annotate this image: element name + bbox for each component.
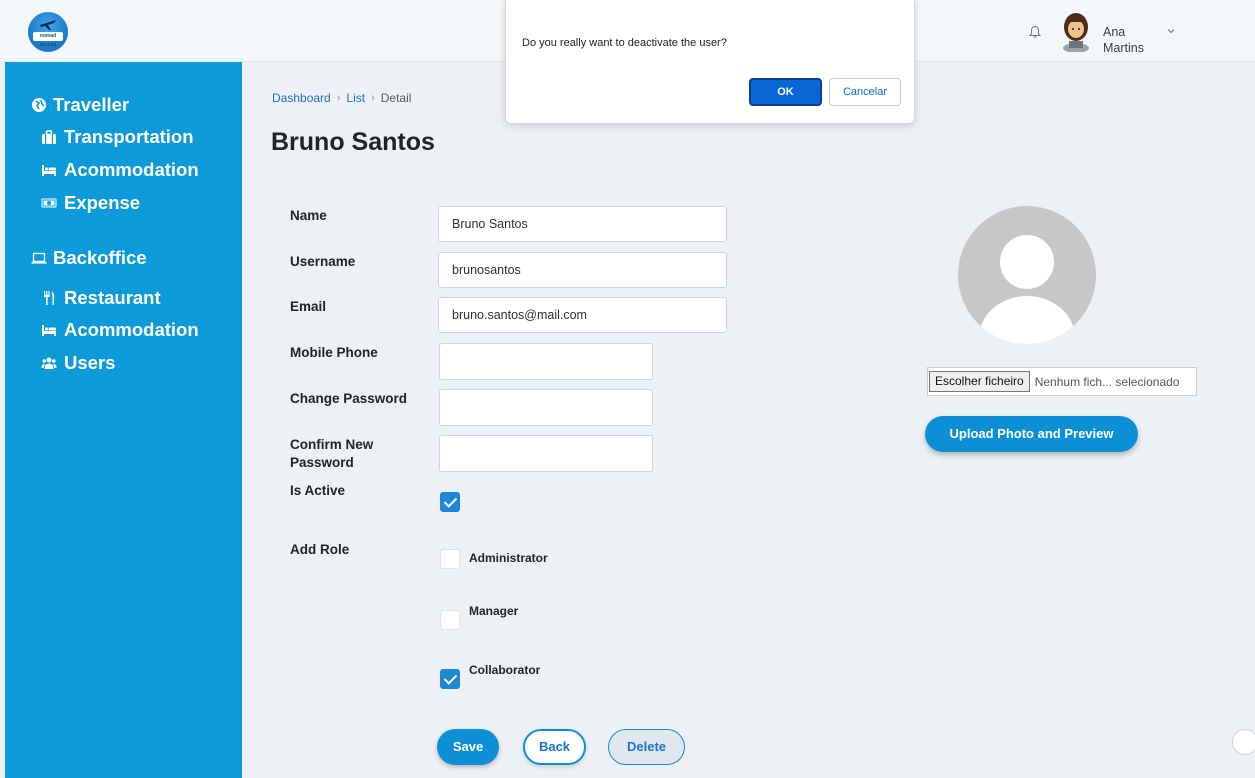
username-value: brunosantos <box>452 263 521 277</box>
sidebar-item-restaurant[interactable]: Restaurant <box>41 287 161 309</box>
sidebar-item-transportation[interactable]: Transportation <box>41 126 194 148</box>
choose-file-button[interactable]: Escolher ficheiro <box>929 371 1030 392</box>
file-status: Nenhum fich... selecionado <box>1034 374 1180 389</box>
sidebar-section-label: Backoffice <box>53 247 147 268</box>
user-silhouette-icon <box>979 235 1075 344</box>
is-active-label: Is Active <box>290 483 346 498</box>
breadcrumb-dashboard[interactable]: Dashboard <box>272 91 331 105</box>
profile-photo-placeholder <box>958 206 1096 344</box>
save-button[interactable]: Save <box>437 729 499 765</box>
add-role-label: Add Role <box>290 542 350 557</box>
role-collaborator-checkbox[interactable] <box>440 669 460 689</box>
back-button[interactable]: Back <box>523 729 586 765</box>
file-input[interactable]: Escolher ficheiro Nenhum fich... selecio… <box>927 367 1197 396</box>
bed-icon <box>42 325 56 336</box>
globe-icon <box>32 98 46 112</box>
dialog-message: Do you really want to deactivate the use… <box>522 37 727 49</box>
sidebar-item-label: Expense <box>64 192 141 213</box>
breadcrumb-list[interactable]: List <box>346 91 365 105</box>
sidebar-item-label: Acommodation <box>64 319 199 340</box>
user-last-name: Martins <box>1103 41 1144 55</box>
chevron-right-icon: › <box>336 92 341 104</box>
utensils-icon <box>44 291 55 305</box>
role-administrator-label: Administrator <box>469 551 548 565</box>
name-field[interactable]: Bruno Santos <box>438 206 727 242</box>
sidebar-item-acommodation[interactable]: Acommodation <box>41 159 199 181</box>
bell-icon[interactable] <box>1028 25 1042 39</box>
money-icon <box>41 198 57 208</box>
sidebar-section-backoffice[interactable]: Backoffice <box>31 247 147 269</box>
change-password-field[interactable] <box>439 389 653 426</box>
confirm-password-label-line1: Confirm New <box>290 437 374 452</box>
sidebar-item-label: Users <box>64 352 116 373</box>
email-label: Email <box>290 299 327 314</box>
page-title: Bruno Santos <box>271 128 435 156</box>
is-active-checkbox[interactable] <box>440 492 460 512</box>
confirm-password-label: Confirm New Password <box>290 436 373 472</box>
sidebar-item-label: Transportation <box>64 126 194 147</box>
email-value: bruno.santos@mail.com <box>452 308 587 322</box>
user-name[interactable]: Ana Martins <box>1103 24 1144 56</box>
sidebar: Traveller Transportation Acommodation Ex… <box>5 62 242 778</box>
ok-button[interactable]: OK <box>749 78 822 106</box>
user-first-name: Ana <box>1103 25 1126 39</box>
suitcase-icon <box>42 130 56 144</box>
sidebar-item-label: Acommodation <box>64 159 199 180</box>
name-value: Bruno Santos <box>452 217 528 231</box>
sidebar-section-label: Traveller <box>53 94 130 115</box>
chevron-down-icon[interactable] <box>1166 26 1176 36</box>
breadcrumb: Dashboard › List › Detail <box>272 91 411 105</box>
laptop-icon <box>31 252 47 264</box>
sidebar-item-expense[interactable]: Expense <box>41 192 140 214</box>
users-icon <box>41 357 57 369</box>
role-administrator-checkbox[interactable] <box>440 549 460 569</box>
confirm-password-label-line2: Password <box>290 455 354 470</box>
sidebar-item-label: Restaurant <box>64 287 161 308</box>
role-manager-label: Manager <box>469 604 519 618</box>
confirm-dialog: Do you really want to deactivate the use… <box>505 0 915 124</box>
email-field[interactable]: bruno.santos@mail.com <box>438 297 727 333</box>
user-avatar[interactable] <box>1060 12 1092 52</box>
scroll-to-top-button[interactable] <box>1232 729 1255 755</box>
logo-text: nomad abroad <box>33 32 63 48</box>
name-label: Name <box>290 208 327 223</box>
bed-icon <box>42 165 56 176</box>
chevron-right-icon: › <box>371 92 375 104</box>
sidebar-item-users[interactable]: Users <box>41 352 115 374</box>
confirm-password-field[interactable] <box>439 435 653 472</box>
change-password-label: Change Password <box>290 391 408 406</box>
role-manager-checkbox[interactable] <box>440 610 460 630</box>
cancel-button[interactable]: Cancelar <box>829 78 901 106</box>
app-logo[interactable]: nomad abroad <box>28 12 68 52</box>
airplane-icon <box>40 20 56 30</box>
breadcrumb-detail: Detail <box>380 91 412 105</box>
sidebar-item-acommodation-backoffice[interactable]: Acommodation <box>41 319 199 341</box>
delete-button[interactable]: Delete <box>608 729 685 765</box>
role-collaborator-label: Collaborator <box>469 663 541 677</box>
mobile-phone-field[interactable] <box>439 343 653 380</box>
mobile-phone-label: Mobile Phone <box>290 345 378 360</box>
username-label: Username <box>290 254 356 269</box>
username-field[interactable]: brunosantos <box>438 252 727 288</box>
sidebar-section-traveller[interactable]: Traveller <box>31 94 129 116</box>
upload-photo-button[interactable]: Upload Photo and Preview <box>925 416 1138 452</box>
